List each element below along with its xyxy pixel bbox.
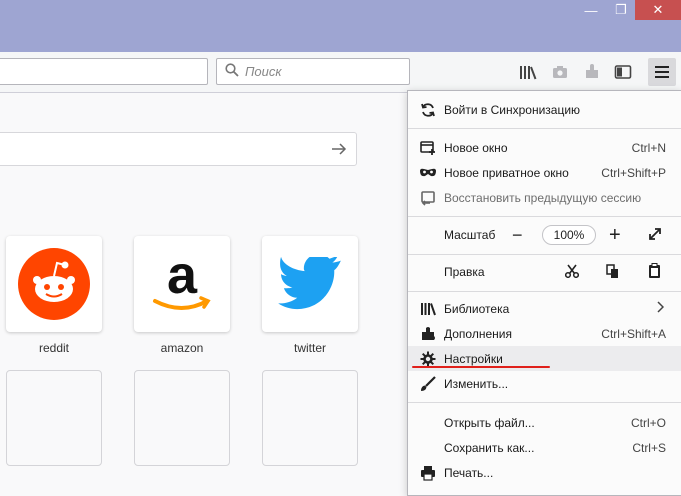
highlight-underline: [412, 366, 550, 368]
menu-item-label: Библиотека: [444, 301, 510, 316]
new-window-icon: [419, 139, 437, 157]
menu-item-label: Восстановить предыдущую сессию: [444, 190, 642, 205]
menu-item-shortcut: Ctrl+S: [632, 440, 666, 455]
tile-empty[interactable]: [262, 370, 358, 466]
menu-item-sync[interactable]: Войти в Синхронизацию: [408, 97, 681, 122]
amazon-logo-icon: a: [153, 249, 211, 310]
arrow-right-icon[interactable]: [330, 140, 348, 161]
menu-item-edit: Правка: [408, 259, 681, 285]
menu-item-new-private-window[interactable]: Новое приватное окно Ctrl+Shift+P: [408, 160, 681, 185]
cut-icon[interactable]: [564, 264, 580, 281]
private-mask-icon: [419, 164, 437, 182]
search-icon: [225, 63, 239, 80]
screenshot-icon[interactable]: [550, 62, 570, 82]
menu-item-restore-session[interactable]: Восстановить предыдущую сессию: [408, 185, 681, 210]
restore-session-icon: [419, 189, 437, 207]
sidebar-icon[interactable]: [613, 62, 633, 82]
tile-empty[interactable]: [6, 370, 102, 466]
tile-reddit[interactable]: [6, 236, 102, 332]
zoom-in-button[interactable]: +: [609, 224, 621, 247]
zoom-out-button[interactable]: −: [512, 225, 523, 246]
menu-item-library[interactable]: Библиотека: [408, 296, 681, 321]
menu-item-label: Новое окно: [444, 140, 508, 155]
menu-item-shortcut: Ctrl+N: [631, 140, 666, 155]
tile-label-twitter: twitter: [293, 341, 326, 355]
title-bar: — ❐ ✕: [0, 0, 681, 52]
menu-item-label: Дополнения: [444, 326, 512, 341]
paste-icon[interactable]: [648, 263, 661, 282]
menu-separator: [408, 128, 681, 129]
search-bar[interactable]: Поиск: [216, 58, 410, 85]
menu-item-label: Настройки: [444, 351, 503, 366]
menu-item-new-window[interactable]: Новое окно Ctrl+N: [408, 135, 681, 160]
minimize-button[interactable]: —: [575, 0, 607, 20]
menu-separator: [408, 254, 681, 255]
sync-icon: [419, 101, 437, 119]
menu-item-shortcut: Ctrl+O: [630, 415, 666, 430]
zoom-reset-button[interactable]: 100%: [542, 225, 596, 245]
menu-separator: [408, 291, 681, 292]
menu-item-zoom: Масштаб − 100% +: [408, 222, 681, 248]
reddit-logo-icon: [18, 248, 90, 320]
search-placeholder: Поиск: [245, 64, 282, 79]
menu-item-customize[interactable]: Изменить...: [408, 371, 681, 396]
twitter-bird-icon: [278, 257, 341, 310]
menu-item-save-as[interactable]: Сохранить как... Ctrl+S: [408, 435, 681, 460]
edit-label: Правка: [444, 265, 485, 279]
fullscreen-icon[interactable]: [647, 226, 663, 245]
close-button[interactable]: ✕: [635, 0, 681, 20]
library-icon[interactable]: [518, 62, 538, 82]
menu-item-label: Изменить...: [444, 376, 509, 391]
library-icon: [419, 300, 437, 318]
newtab-search-input[interactable]: [0, 132, 357, 166]
svg-text:a: a: [167, 249, 198, 305]
chevron-right-icon: [656, 301, 665, 316]
menu-item-label: Новое приватное окно: [444, 165, 569, 180]
maximize-button[interactable]: ❐: [607, 0, 635, 20]
menu-icon[interactable]: [648, 58, 676, 86]
paintbrush-icon: [419, 375, 437, 393]
extension-icon[interactable]: [582, 62, 602, 82]
url-bar[interactable]: [0, 58, 208, 85]
copy-icon[interactable]: [606, 264, 620, 282]
menu-item-sync-label: Войти в Синхронизацию: [444, 102, 581, 117]
tile-empty[interactable]: [134, 370, 230, 466]
navigation-toolbar: Поиск: [0, 52, 681, 93]
menu-item-label: Открыть файл...: [444, 415, 535, 430]
tile-label-amazon: amazon: [160, 341, 204, 355]
puzzle-piece-icon: [419, 325, 437, 343]
gear-icon: [419, 350, 437, 368]
tile-label-reddit: reddit: [38, 341, 70, 355]
printer-icon: [419, 464, 437, 482]
tile-twitter[interactable]: [262, 236, 358, 332]
zoom-label: Масштаб: [444, 228, 496, 242]
menu-item-label: Печать...: [444, 465, 494, 480]
menu-item-print[interactable]: Печать...: [408, 460, 681, 485]
menu-item-label: Сохранить как...: [444, 440, 535, 455]
menu-separator: [408, 216, 681, 217]
menu-item-open-file[interactable]: Открыть файл... Ctrl+O: [408, 410, 681, 435]
tile-amazon[interactable]: a: [134, 236, 230, 332]
menu-separator: [408, 402, 681, 403]
app-menu-panel: Войти в Синхронизацию Новое окно Ctrl+N …: [407, 90, 681, 496]
menu-item-shortcut: Ctrl+Shift+P: [601, 165, 666, 180]
menu-item-addons[interactable]: Дополнения Ctrl+Shift+A: [408, 321, 681, 346]
menu-item-shortcut: Ctrl+Shift+A: [601, 326, 666, 341]
